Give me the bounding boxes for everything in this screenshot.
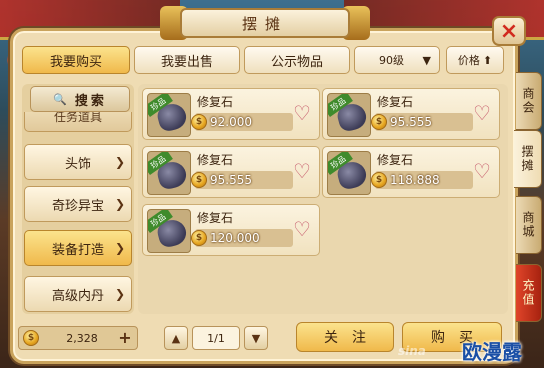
item-icon: 珍品 <box>147 151 191 195</box>
follow-button[interactable]: 关注 <box>296 322 394 352</box>
chevron-right-icon: ❯ <box>114 155 125 169</box>
price-sort-button[interactable]: 价格 ⬆ <box>446 46 504 74</box>
coin-icon: $ <box>23 330 39 346</box>
level-filter-select[interactable]: 90级 ▼ <box>354 46 440 74</box>
item-price: $ 95.555 <box>371 113 473 131</box>
page-indicator: 1/1 <box>192 326 240 350</box>
side-tab-recharge[interactable]: 充值 <box>516 264 542 322</box>
tab-buy[interactable]: 我要购买 <box>22 46 130 74</box>
side-tab-guild-shop[interactable]: 商会 <box>516 72 542 130</box>
item-price-value: 120.000 <box>210 231 260 245</box>
price-sort-label: 价格 <box>457 54 480 67</box>
item-card[interactable]: 珍品 修复石 $ 95.555 ♡ <box>322 88 500 140</box>
item-price-value: 95.555 <box>390 115 432 129</box>
item-icon: 珍品 <box>327 151 371 195</box>
category-item-advanced-core[interactable]: 高级内丹 ❯ <box>24 276 132 312</box>
heart-icon[interactable]: ♡ <box>291 161 313 181</box>
gold-balance: $ 2,328 + <box>18 326 138 350</box>
chevron-right-icon: ❯ <box>114 241 125 255</box>
item-name: 修复石 <box>197 211 234 225</box>
coin-icon: $ <box>191 114 207 130</box>
category-label: 装备打造 <box>51 242 104 258</box>
category-label: 奇珍异宝 <box>51 198 104 214</box>
heart-icon[interactable]: ♡ <box>291 103 313 123</box>
side-tab-mall[interactable]: 商城 <box>516 196 542 254</box>
item-card[interactable]: 珍品 修复石 $ 120.000 ♡ <box>142 204 320 256</box>
category-item-equipment-forging[interactable]: 装备打造 ❯ <box>24 230 132 266</box>
item-card[interactable]: 珍品 修复石 $ 118.888 ♡ <box>322 146 500 198</box>
item-name: 修复石 <box>197 95 234 109</box>
gold-value: 2,328 <box>66 331 98 345</box>
item-icon: 珍品 <box>147 93 191 137</box>
item-name: 修复石 <box>377 95 414 109</box>
close-button[interactable]: × <box>492 16 526 46</box>
search-button[interactable]: 🔍 搜索 <box>30 86 130 112</box>
page-prev-button[interactable]: ▲ <box>164 326 188 350</box>
item-price: $ 95.555 <box>191 171 293 189</box>
sort-up-icon: ⬆ <box>482 53 493 67</box>
add-gold-button[interactable]: + <box>117 330 133 346</box>
watermark-brand: 欧漫露 <box>462 340 522 364</box>
heart-icon[interactable]: ♡ <box>291 219 313 239</box>
panel-title: 摆摊 <box>180 8 350 38</box>
category-item-headwear[interactable]: 头饰 ❯ <box>24 144 132 180</box>
category-label: 任务道具 <box>53 112 102 124</box>
category-item-partial[interactable]: 任务道具 <box>24 112 132 132</box>
heart-icon[interactable]: ♡ <box>471 103 493 123</box>
level-filter-value: 90级 <box>379 54 404 67</box>
search-label: 搜索 <box>74 93 107 109</box>
coin-icon: $ <box>191 230 207 246</box>
close-icon: × <box>499 18 519 44</box>
item-price: $ 92.000 <box>191 113 293 131</box>
category-label: 头饰 <box>64 156 91 172</box>
item-price-value: 118.888 <box>390 173 440 187</box>
side-tab-stall[interactable]: 摆摊 <box>514 130 542 188</box>
chevron-down-icon: ▼ <box>251 331 261 345</box>
item-name: 修复石 <box>377 153 414 167</box>
tab-sell[interactable]: 我要出售 <box>134 46 240 74</box>
chevron-right-icon: ❯ <box>114 197 125 211</box>
watermark-sina: sina <box>398 344 426 358</box>
item-icon: 珍品 <box>327 93 371 137</box>
item-price: $ 120.000 <box>191 229 293 247</box>
item-price-value: 95.555 <box>210 173 252 187</box>
coin-icon: $ <box>371 172 387 188</box>
item-card[interactable]: 珍品 修复石 $ 92.000 ♡ <box>142 88 320 140</box>
tab-public-items[interactable]: 公示物品 <box>244 46 350 74</box>
chevron-up-icon: ▲ <box>171 331 181 345</box>
category-label: 高级内丹 <box>51 288 104 304</box>
coin-icon: $ <box>191 172 207 188</box>
item-name: 修复石 <box>197 153 234 167</box>
search-icon: 🔍 <box>53 92 67 106</box>
category-item-treasures[interactable]: 奇珍异宝 ❯ <box>24 186 132 222</box>
page-next-button[interactable]: ▼ <box>244 326 268 350</box>
coin-icon: $ <box>371 114 387 130</box>
item-icon: 珍品 <box>147 209 191 253</box>
heart-icon[interactable]: ♡ <box>471 161 493 181</box>
item-card[interactable]: 珍品 修复石 $ 95.555 ♡ <box>142 146 320 198</box>
item-price: $ 118.888 <box>371 171 473 189</box>
chevron-down-icon: ▼ <box>422 53 431 67</box>
chevron-right-icon: ❯ <box>114 287 125 301</box>
item-price-value: 92.000 <box>210 115 252 129</box>
